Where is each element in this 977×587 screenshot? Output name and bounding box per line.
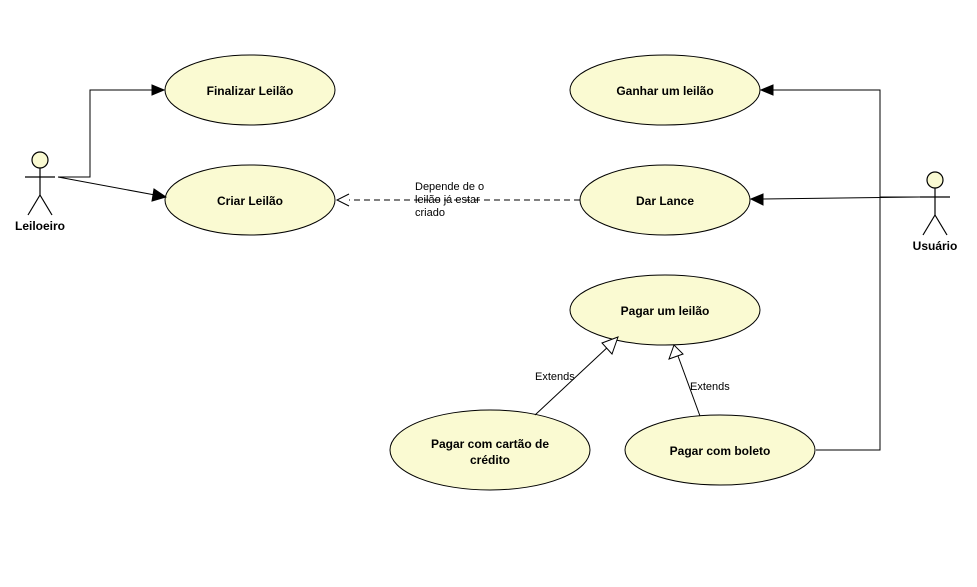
actor-usuario: Usuário xyxy=(913,172,958,253)
usecase-label-line1: Pagar com cartão de xyxy=(431,437,549,451)
usecase-label: Pagar um leilão xyxy=(621,304,710,318)
usecase-label: Pagar com boleto xyxy=(670,444,771,458)
usecase-criar-leilao: Criar Leilão xyxy=(165,165,335,235)
extends-cartao-pagar: Extends xyxy=(535,337,618,415)
actor-leiloeiro: Leiloeiro xyxy=(15,152,65,233)
usecase-pagar-leilao: Pagar um leilão xyxy=(570,275,760,345)
usecase-label: Criar Leilão xyxy=(217,194,283,208)
usecase-label: Finalizar Leilão xyxy=(207,84,294,98)
actor-label: Usuário xyxy=(913,239,958,253)
usecase-label: Dar Lance xyxy=(636,194,694,208)
dep-label-line2: leilão já estar xyxy=(415,194,480,206)
usecase-diagram: Leiloeiro Usuário Finalizar Leilão Criar… xyxy=(0,0,977,587)
dep-lance-criar: Depende de o leilão já estar criado xyxy=(337,181,580,219)
assoc-usuario-boleto xyxy=(816,197,920,450)
assoc-usuario-ganhar xyxy=(761,85,920,197)
usecase-pagar-boleto: Pagar com boleto xyxy=(625,415,815,485)
usecase-dar-lance: Dar Lance xyxy=(580,165,750,235)
usecase-label-line2: crédito xyxy=(470,453,510,467)
usecase-finalizar-leilao: Finalizar Leilão xyxy=(165,55,335,125)
dep-label-line1: Depende de o xyxy=(415,181,484,193)
assoc-usuario-lance xyxy=(751,194,920,205)
usecase-label: Ganhar um leilão xyxy=(616,84,713,98)
usecase-pagar-cartao: Pagar com cartão de crédito xyxy=(390,410,590,490)
extends-label: Extends xyxy=(535,371,575,383)
assoc-leiloeiro-criar xyxy=(58,177,166,201)
extends-boleto-pagar: Extends xyxy=(669,345,730,416)
actor-label: Leiloeiro xyxy=(15,219,65,233)
dep-label-line3: criado xyxy=(415,207,445,219)
assoc-leiloeiro-finalizar xyxy=(58,85,164,177)
extends-label: Extends xyxy=(690,381,730,393)
usecase-ganhar-leilao: Ganhar um leilão xyxy=(570,55,760,125)
